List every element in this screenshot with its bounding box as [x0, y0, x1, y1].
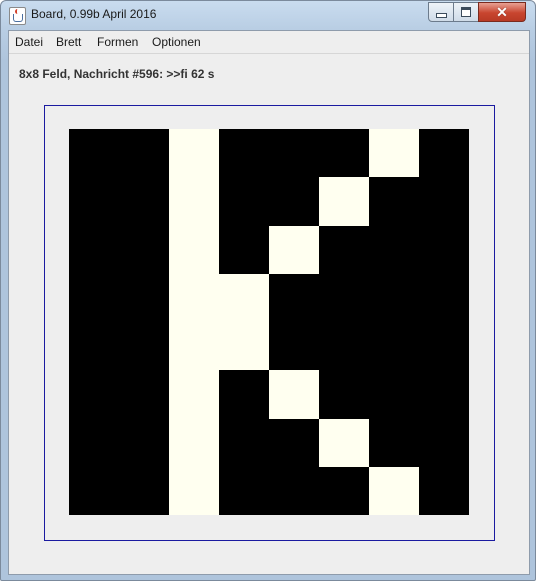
board-cell[interactable] — [219, 225, 269, 274]
board-cell[interactable] — [119, 273, 169, 322]
menu-optionen[interactable]: Optionen — [152, 35, 201, 49]
board-cell[interactable] — [219, 322, 269, 371]
board-cell[interactable] — [419, 370, 469, 419]
board-cell[interactable] — [119, 129, 169, 178]
menu-datei[interactable]: Datei — [15, 35, 43, 49]
board-cell[interactable] — [319, 370, 369, 419]
board-cell[interactable] — [69, 273, 119, 322]
board-grid — [69, 129, 469, 515]
board-cell[interactable] — [169, 466, 219, 515]
board-cell[interactable] — [419, 418, 469, 467]
board-cell[interactable] — [369, 177, 419, 226]
board-cell[interactable] — [319, 129, 369, 178]
board-cell[interactable] — [119, 177, 169, 226]
board-cell[interactable] — [69, 322, 119, 371]
board-cell[interactable] — [69, 129, 119, 178]
board-cell[interactable] — [69, 466, 119, 515]
board-cell[interactable] — [319, 225, 369, 274]
board-cell[interactable] — [169, 129, 219, 178]
board-cell[interactable] — [319, 177, 369, 226]
board-cell[interactable] — [269, 225, 319, 274]
board-cell[interactable] — [419, 273, 469, 322]
maximize-icon — [461, 7, 471, 17]
board-cell[interactable] — [419, 322, 469, 371]
board-cell[interactable] — [269, 322, 319, 371]
status-label: 8x8 Feld, Nachricht #596: >>fi 62 s — [19, 67, 215, 81]
board-cell[interactable] — [369, 322, 419, 371]
board-cell[interactable] — [369, 466, 419, 515]
board-cell[interactable] — [269, 273, 319, 322]
board-cell[interactable] — [269, 177, 319, 226]
board-cell[interactable] — [69, 370, 119, 419]
board-cell[interactable] — [119, 225, 169, 274]
java-cup-shape — [13, 14, 23, 22]
menu-brett[interactable]: Brett — [56, 35, 81, 49]
maximize-button[interactable] — [453, 2, 479, 22]
board-cell[interactable] — [169, 418, 219, 467]
board-cell[interactable] — [69, 418, 119, 467]
board-cell[interactable] — [369, 418, 419, 467]
app-window: Board, 0.99b April 2016 ✕ Datei Brett Fo… — [0, 0, 536, 581]
board-cell[interactable] — [219, 418, 269, 467]
java-icon[interactable] — [9, 7, 26, 25]
board-cell[interactable] — [219, 466, 269, 515]
window-title: Board, 0.99b April 2016 — [31, 7, 157, 21]
board-cell[interactable] — [169, 322, 219, 371]
board-cell[interactable] — [69, 225, 119, 274]
minimize-icon — [435, 12, 447, 18]
board-cell[interactable] — [169, 370, 219, 419]
board-cell[interactable] — [419, 129, 469, 178]
board-cell[interactable] — [169, 273, 219, 322]
board-cell[interactable] — [219, 370, 269, 419]
board-cell[interactable] — [419, 225, 469, 274]
menu-formen[interactable]: Formen — [97, 35, 138, 49]
board-cell[interactable] — [119, 466, 169, 515]
board-cell[interactable] — [319, 273, 369, 322]
board-cell[interactable] — [169, 225, 219, 274]
close-button[interactable]: ✕ — [478, 2, 526, 22]
client-area: Datei Brett Formen Optionen 8x8 Feld, Na… — [8, 30, 530, 575]
board-cell[interactable] — [69, 177, 119, 226]
board-cell[interactable] — [119, 370, 169, 419]
board-cell[interactable] — [269, 370, 319, 419]
board-cell[interactable] — [369, 225, 419, 274]
board-cell[interactable] — [269, 418, 319, 467]
board-cell[interactable] — [219, 177, 269, 226]
board-frame — [44, 105, 495, 541]
minimize-button[interactable] — [428, 2, 454, 22]
close-icon: ✕ — [496, 4, 508, 20]
board-cell[interactable] — [319, 418, 369, 467]
board-cell[interactable] — [369, 273, 419, 322]
board-cell[interactable] — [169, 177, 219, 226]
board-cell[interactable] — [269, 466, 319, 515]
menu-bar: Datei Brett Formen Optionen — [9, 31, 529, 54]
board-cell[interactable] — [319, 466, 369, 515]
board-cell[interactable] — [419, 466, 469, 515]
board-cell[interactable] — [219, 129, 269, 178]
board-cell[interactable] — [369, 129, 419, 178]
title-bar[interactable]: Board, 0.99b April 2016 ✕ — [1, 1, 535, 30]
board-cell[interactable] — [269, 129, 319, 178]
board-cell[interactable] — [419, 177, 469, 226]
board-cell[interactable] — [219, 273, 269, 322]
board-cell[interactable] — [119, 322, 169, 371]
board-cell[interactable] — [119, 418, 169, 467]
board-cell[interactable] — [319, 322, 369, 371]
board-cell[interactable] — [369, 370, 419, 419]
